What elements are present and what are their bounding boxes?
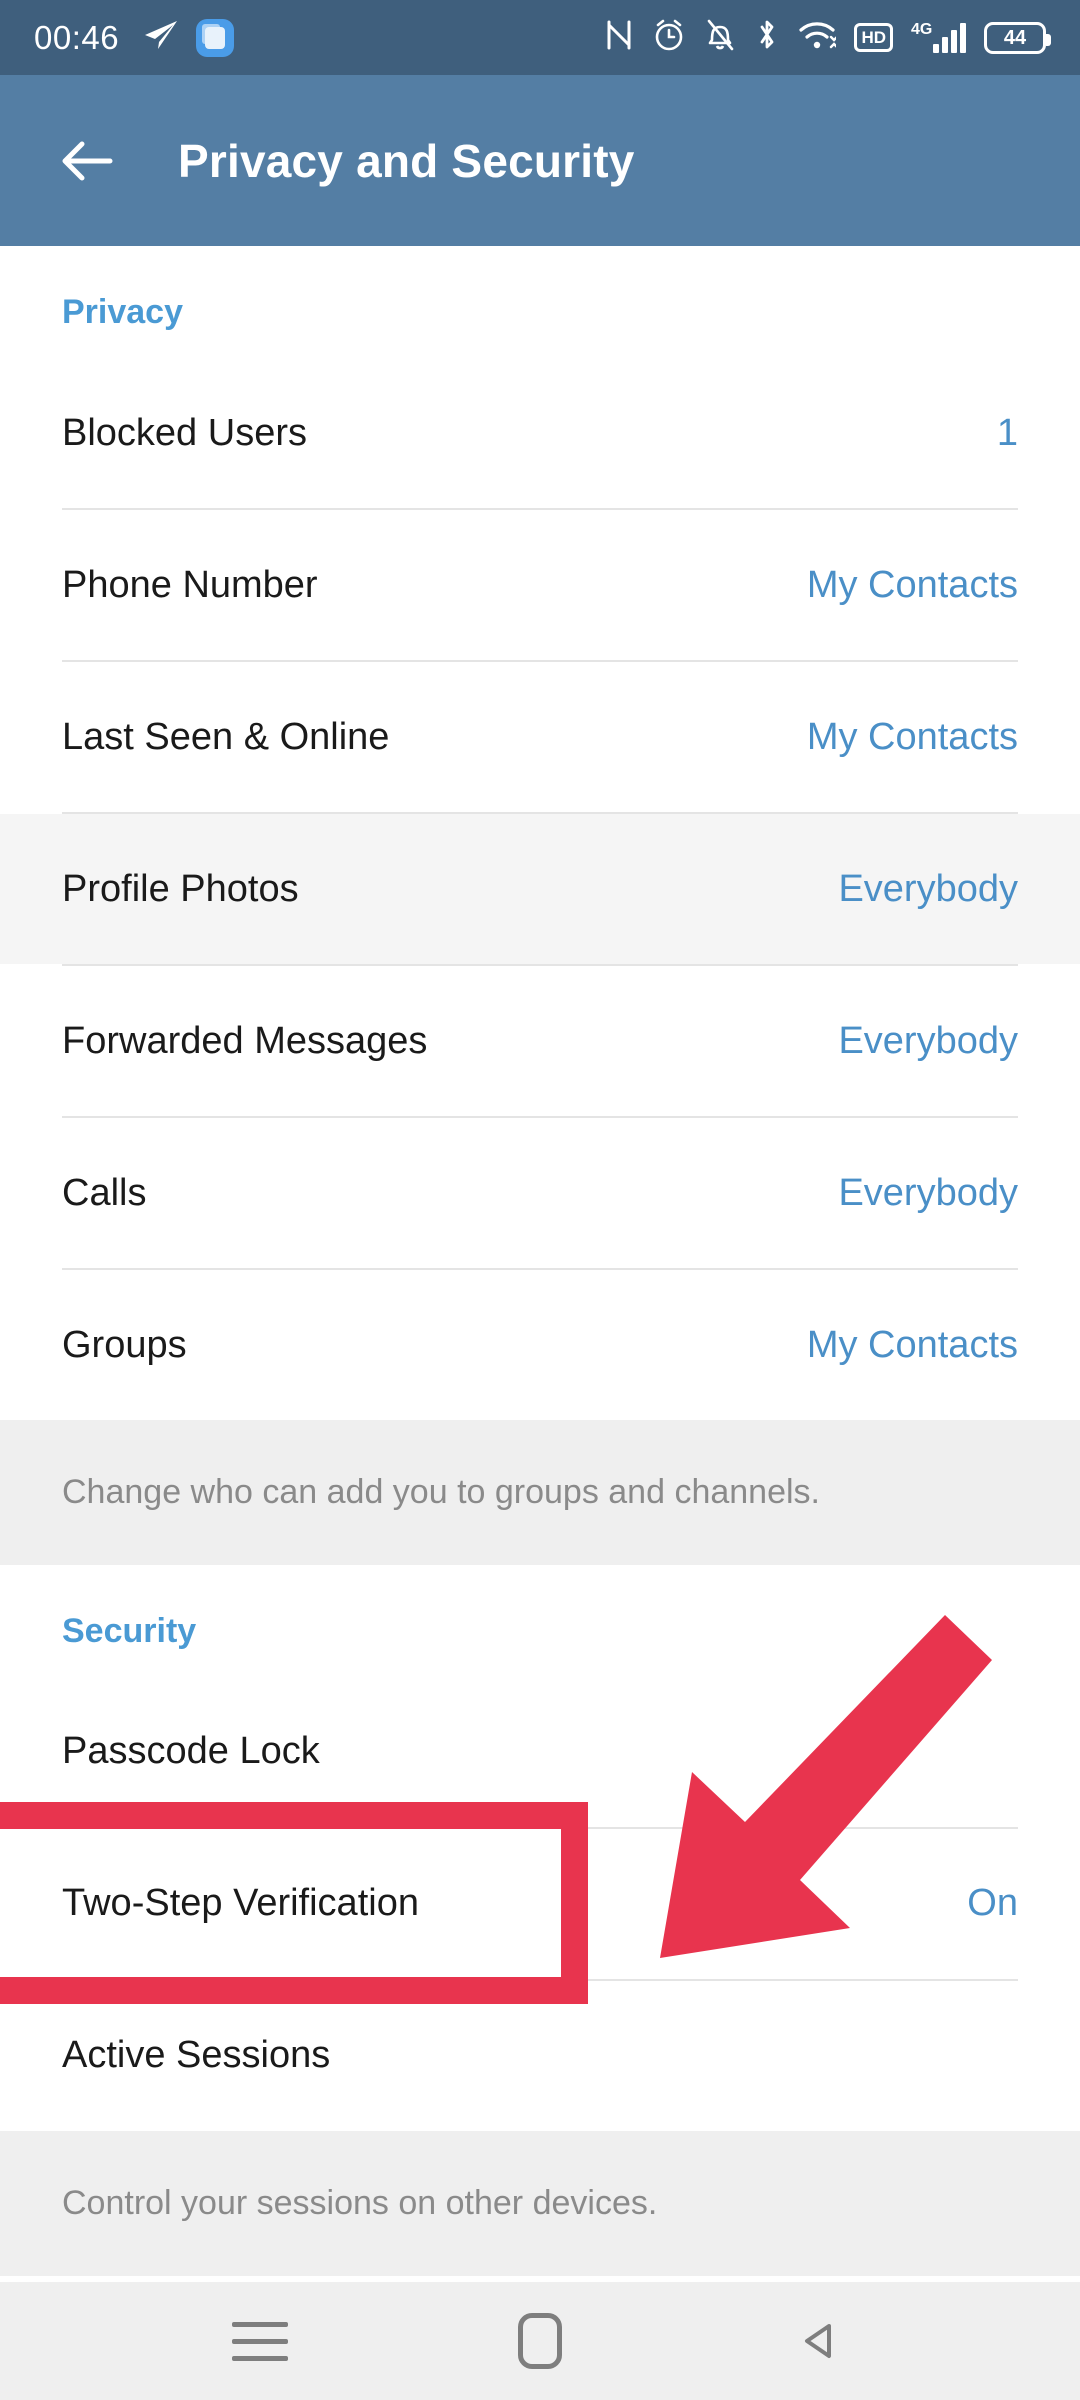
status-bar-left-icons <box>143 18 235 57</box>
notifications-muted-icon <box>704 18 736 57</box>
page-title: Privacy and Security <box>178 134 635 187</box>
setting-row-two-step-verification[interactable]: Two-Step Verification On <box>0 1828 1080 1979</box>
row-label: Active Sessions <box>62 2034 331 2077</box>
nfc-icon <box>604 19 634 56</box>
row-label: Phone Number <box>62 563 318 606</box>
security-section-hint: Control your sessions on other devices. <box>0 2130 1080 2276</box>
setting-row-last-seen[interactable]: Last Seen & Online My Contacts <box>0 662 1080 812</box>
row-value: Everybody <box>838 1171 1018 1214</box>
row-value: My Contacts <box>806 715 1018 758</box>
telegram-send-icon <box>143 19 179 56</box>
wifi-icon <box>798 19 839 56</box>
alarm-clock-icon <box>652 18 686 57</box>
back-triangle-icon[interactable] <box>780 2311 860 2371</box>
status-bar-right-icons: HD 4G 44 <box>604 18 1051 57</box>
setting-row-phone-number[interactable]: Phone Number My Contacts <box>0 510 1080 660</box>
setting-row-active-sessions[interactable]: Active Sessions <box>0 1980 1080 2131</box>
home-icon[interactable] <box>500 2311 580 2371</box>
status-clock: 00:46 <box>34 18 120 56</box>
battery-icon: 44 <box>984 21 1051 54</box>
setting-row-profile-photos[interactable]: Profile Photos Everybody <box>0 814 1080 964</box>
privacy-section-hint: Change who can add you to groups and cha… <box>0 1420 1080 1565</box>
setting-row-passcode-lock[interactable]: Passcode Lock <box>0 1676 1080 1827</box>
row-value: Everybody <box>838 1019 1018 1062</box>
4g-signal-icon: 4G <box>911 21 966 53</box>
row-label: Two-Step Verification <box>62 1882 419 1925</box>
settings-list: Privacy Blocked Users 1 Phone Number My … <box>0 246 1080 2276</box>
setting-row-forwarded-messages[interactable]: Forwarded Messages Everybody <box>0 966 1080 1116</box>
row-label: Last Seen & Online <box>62 715 390 758</box>
row-label: Forwarded Messages <box>62 1019 428 1062</box>
system-navigation-bar <box>0 2282 1080 2400</box>
status-bar: 00:46 HD 4G 44 <box>0 0 1080 75</box>
app-badge-icon <box>196 18 235 57</box>
row-value: My Contacts <box>806 563 1018 606</box>
hd-icon: HD <box>854 23 893 52</box>
row-label: Groups <box>62 1323 187 1366</box>
section-header-security: Security <box>62 1611 197 1650</box>
bluetooth-icon <box>754 18 780 57</box>
section-header-privacy: Privacy <box>62 293 183 331</box>
setting-row-blocked-users[interactable]: Blocked Users 1 <box>0 358 1080 508</box>
row-label: Blocked Users <box>62 411 307 454</box>
setting-row-groups[interactable]: Groups My Contacts <box>0 1270 1080 1420</box>
row-value: My Contacts <box>806 1323 1018 1366</box>
row-value: On <box>967 1882 1018 1925</box>
back-arrow-icon[interactable] <box>56 130 118 192</box>
row-value: 1 <box>996 411 1018 454</box>
row-label: Profile Photos <box>62 867 299 910</box>
setting-row-calls[interactable]: Calls Everybody <box>0 1118 1080 1268</box>
recents-menu-icon[interactable] <box>220 2311 300 2371</box>
row-label: Passcode Lock <box>62 1730 320 1773</box>
app-bar: Privacy and Security <box>0 75 1080 246</box>
row-value: Everybody <box>838 867 1018 910</box>
row-label: Calls <box>62 1171 147 1214</box>
